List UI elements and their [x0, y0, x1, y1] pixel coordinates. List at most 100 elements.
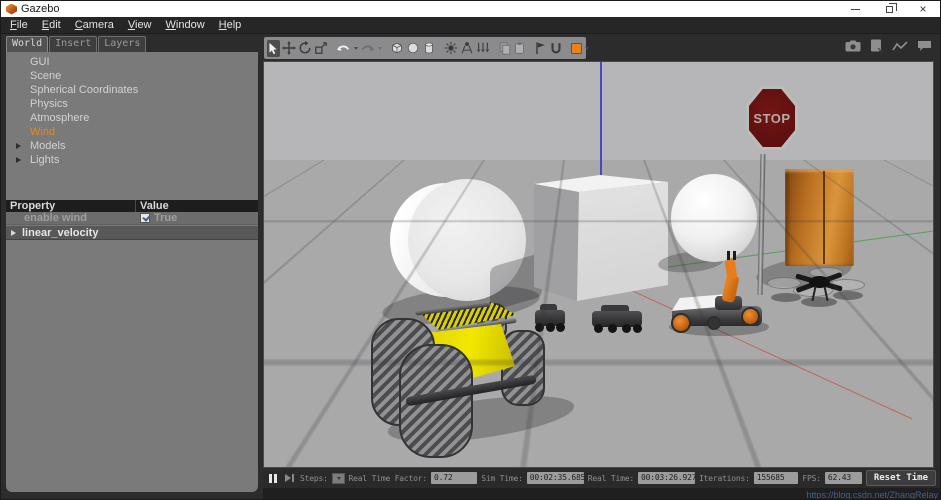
property-table: Property Value enable wind True linear_v… — [6, 200, 258, 240]
render-viewport[interactable]: STOP — [263, 61, 934, 468]
arm-upper-link — [724, 258, 738, 280]
bottom-strip: https://blog.csdn.net/ZhangRelay — [263, 488, 940, 500]
rotate-icon — [299, 41, 311, 54]
screenshot-camera-icon[interactable] — [845, 40, 861, 52]
expand-arrow-icon[interactable] — [16, 157, 21, 163]
feedback-chat-icon[interactable] — [917, 40, 932, 52]
tab-layers[interactable]: Layers — [98, 36, 147, 52]
rover-wheel — [594, 324, 603, 333]
align-button[interactable] — [534, 40, 547, 57]
redo-dropdown-caret[interactable] — [378, 46, 382, 50]
iterations-value: 155685 — [753, 472, 799, 484]
view-angle-cube-icon — [571, 42, 582, 54]
stop-sign-model[interactable]: STOP — [746, 86, 798, 150]
spot-light-icon — [461, 42, 473, 54]
select-tool-button[interactable] — [267, 39, 280, 57]
log-record-icon[interactable] — [870, 39, 883, 53]
rotor-shadow — [801, 297, 837, 307]
view-angle-button[interactable] — [571, 40, 582, 57]
expand-arrow-icon[interactable] — [16, 143, 21, 149]
menu-help[interactable]: Help — [212, 18, 249, 32]
mid-wheel — [707, 316, 721, 330]
expand-arrow-icon[interactable] — [11, 230, 16, 236]
insert-sphere-button[interactable] — [406, 40, 420, 57]
point-light-icon — [444, 41, 458, 55]
insert-cylinder-button[interactable] — [422, 40, 436, 57]
cabinet-seam — [823, 171, 825, 264]
real-time-value: 00:03:26.927 — [637, 472, 695, 484]
pause-button[interactable] — [269, 473, 277, 483]
tree-item-lights[interactable]: Lights — [6, 153, 258, 167]
mobile-arm-robot-model[interactable] — [669, 250, 769, 338]
gazebo-logo-icon — [6, 3, 17, 15]
fps-label: FPS: — [802, 473, 821, 483]
tree-item-spherical-coordinates[interactable]: Spherical Coordinates — [6, 83, 258, 97]
property-table-header: Property Value — [6, 200, 258, 212]
world-tree: GUI Scene Spherical Coordinates Physics … — [6, 52, 258, 167]
box-icon — [392, 42, 402, 54]
spinner-caret-icon — [336, 476, 341, 480]
redo-icon — [362, 45, 374, 51]
menu-file[interactable]: File — [3, 18, 35, 32]
undo-dropdown-caret[interactable] — [354, 46, 358, 50]
menu-view[interactable]: View — [121, 18, 159, 32]
scale-tool-button[interactable] — [314, 40, 328, 57]
wood-cabinet-model[interactable] — [785, 169, 854, 266]
workspace: STOP Steps: Real Time Factor: 0.72 Sim T… — [263, 34, 940, 500]
tab-world[interactable]: World — [6, 36, 49, 52]
align-flag-icon — [536, 42, 545, 55]
tree-item-gui[interactable]: GUI — [6, 55, 258, 69]
enable-wind-value: True — [154, 211, 178, 224]
undo-button[interactable] — [336, 40, 351, 57]
spot-light-button[interactable] — [460, 40, 474, 57]
point-light-button[interactable] — [444, 40, 458, 57]
menu-window[interactable]: Window — [159, 18, 212, 32]
step-button[interactable] — [285, 474, 294, 482]
copy-button[interactable] — [498, 40, 511, 57]
tree-item-models[interactable]: Models — [6, 139, 258, 153]
copy-icon — [499, 42, 511, 55]
snap-button[interactable] — [549, 40, 563, 57]
close-button[interactable]: × — [906, 1, 940, 17]
rover-wheel — [608, 324, 617, 333]
husky-robot-model[interactable] — [369, 301, 577, 458]
linear-velocity-label: linear_velocity — [22, 227, 99, 239]
enable-wind-label: enable wind — [24, 212, 87, 224]
tree-item-wind[interactable]: Wind — [6, 125, 258, 139]
steps-spinner[interactable] — [331, 472, 345, 484]
redo-button[interactable] — [360, 40, 375, 57]
quadcopter-model[interactable] — [767, 264, 869, 310]
menu-edit[interactable]: Edit — [35, 18, 68, 32]
menu-camera[interactable]: Camera — [68, 18, 121, 32]
gripper-finger — [733, 251, 736, 260]
real-time-label: Real Time: — [587, 473, 634, 483]
directional-light-icon — [476, 42, 490, 53]
rotate-tool-button[interactable] — [298, 40, 312, 57]
small-rover-model[interactable] — [592, 305, 642, 333]
window-title: Gazebo — [21, 3, 60, 15]
tree-item-atmosphere[interactable]: Atmosphere — [6, 111, 258, 125]
world-panel-body: GUI Scene Spherical Coordinates Physics … — [6, 52, 258, 492]
paste-button[interactable] — [513, 40, 526, 57]
translate-tool-button[interactable] — [282, 40, 296, 57]
tab-insert[interactable]: Insert — [49, 36, 98, 52]
reset-time-button[interactable]: Reset Time — [865, 470, 936, 486]
step-icon-bar — [292, 474, 294, 482]
select-arrow-icon — [269, 42, 277, 54]
box-model[interactable] — [534, 175, 668, 301]
sphere-model[interactable] — [671, 174, 757, 262]
fps-value: 62.43 — [824, 472, 862, 484]
directional-light-button[interactable] — [476, 40, 490, 57]
tree-item-physics[interactable]: Physics — [6, 97, 258, 111]
plot-icon[interactable] — [892, 40, 908, 52]
enable-wind-checkbox[interactable] — [140, 213, 150, 223]
linear-velocity-group[interactable]: linear_velocity — [6, 225, 258, 240]
close-icon: × — [919, 2, 927, 16]
watermark-url: https://blog.csdn.net/ZhangRelay — [806, 489, 938, 500]
minimize-button[interactable] — [838, 1, 872, 17]
insert-box-button[interactable] — [390, 40, 404, 57]
restore-button[interactable] — [872, 1, 906, 17]
tree-item-scene[interactable]: Scene — [6, 69, 258, 83]
view-angle-dropdown-caret[interactable] — [585, 46, 589, 50]
step-icon — [285, 474, 291, 482]
